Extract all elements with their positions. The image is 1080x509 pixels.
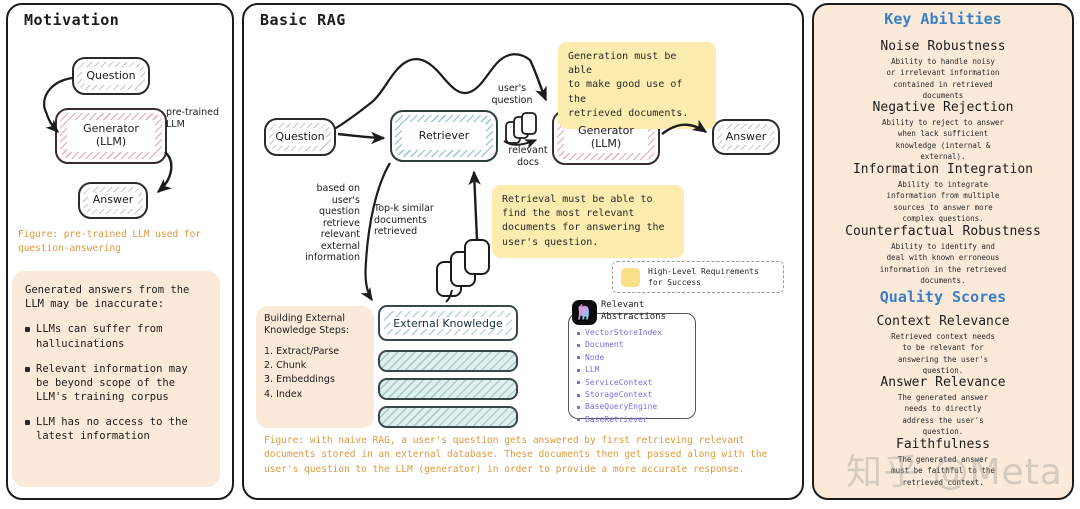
abstraction-item: VectorStoreIndex	[577, 327, 689, 339]
abstraction-item: BaseQueryEngine	[577, 401, 689, 413]
motivation-answer-label: Answer	[92, 193, 134, 207]
abstraction-label: StorageContext	[585, 389, 653, 399]
abstraction-item: ServiceContext	[577, 377, 689, 389]
abstraction-label: ServiceContext	[585, 377, 653, 387]
rag-answer-label: Answer	[725, 129, 767, 143]
ability-desc-counterfactual-robustness: Ability to identify and deal with known …	[879, 242, 1007, 285]
score-title-faithfulness: Faithfulness	[896, 437, 990, 452]
steps-heading: Building External Knowledge Steps:	[264, 313, 350, 336]
motivation-insight-card: Generated answers from the LLM may be in…	[12, 271, 220, 487]
abstraction-label: BaseQueryEngine	[585, 402, 658, 412]
ability-desc-negative-rejection: Ability to reject to answer when lack su…	[882, 118, 1004, 161]
rag-generator-label: Generator (LLM)	[578, 123, 634, 150]
motivation-bullet: LLMs can suffer from hallucinations	[25, 322, 208, 350]
abstraction-label: LLM	[585, 365, 600, 375]
ability-title-information-integration: Information Integration	[852, 162, 1033, 177]
motivation-bullet-text: LLMs can suffer from hallucinations	[36, 323, 163, 350]
step-item: 2. Chunk	[264, 360, 307, 371]
ability-desc-information-integration: Ability to integrate information from mu…	[886, 180, 1000, 223]
relevant-abstractions-label: Relevant Abstractions	[601, 300, 667, 322]
abstraction-label: Node	[585, 352, 605, 362]
rag-relevant-docs-annotation: relevant docs	[508, 145, 548, 168]
abstraction-bullet-icon	[577, 381, 580, 385]
abstraction-item: Document	[577, 339, 689, 351]
motivation-card-lead: Generated answers from the LLM may be in…	[25, 284, 190, 311]
motivation-generator-label: Generator (LLM)	[83, 122, 139, 148]
score-title-context-relevance: Context Relevance	[876, 314, 1010, 329]
motivation-answer-node: Answer	[78, 182, 148, 219]
rag-legend: High-Level Requirements for Success	[612, 261, 784, 293]
rag-topk-annotation: Top-k similar documents retrieved	[374, 203, 434, 238]
external-knowledge-chunk-row	[378, 350, 518, 372]
relevant-abstractions-box: VectorStoreIndex Document Node LLM Servi…	[568, 313, 696, 424]
key-abilities-heading: Key Abilities	[884, 10, 1002, 28]
rag-sticky-generation: Generation must be able to make good use…	[558, 42, 716, 129]
abstraction-item: LLM	[577, 364, 689, 376]
motivation-question-label: Question	[86, 68, 136, 82]
external-knowledge-label: External Knowledge	[393, 316, 503, 330]
abstraction-item: Node	[577, 352, 689, 364]
abstraction-bullet-icon	[577, 331, 580, 335]
motivation-bullet-text: LLM has no access to the latest informat…	[36, 416, 188, 443]
rag-users-question-annotation: user's question	[491, 83, 533, 106]
ability-title-counterfactual-robustness: Counterfactual Robustness	[845, 224, 1041, 239]
abstraction-bullet-icon	[577, 393, 580, 397]
motivation-question-node: Question	[72, 57, 150, 95]
legend-color-swatch	[621, 267, 640, 287]
abstraction-bullet-icon	[577, 368, 580, 372]
score-desc-context-relevance: Retrieved context needs to be relevant f…	[891, 332, 995, 375]
motivation-bullet: Relevant information may be beyond scope…	[25, 362, 208, 405]
motivation-pretrained-annotation: pre-trained LLM	[166, 107, 219, 130]
abstraction-bullet-icon	[577, 344, 580, 348]
score-desc-faithfulness: The generated answer must be faithful to…	[891, 455, 995, 487]
abstraction-item: StorageContext	[577, 389, 689, 401]
motivation-bullet-text: Relevant information may be beyond scope…	[36, 362, 188, 404]
bullet-dot-icon	[25, 327, 30, 333]
ability-title-noise-robustness: Noise Robustness	[880, 39, 1006, 54]
quality-scores-heading: Quality Scores	[879, 288, 1007, 306]
score-title-answer-relevance: Answer Relevance	[880, 375, 1006, 390]
motivation-figure-caption: Figure: pre-trained LLM used for questio…	[18, 229, 202, 255]
rag-figure-caption: Figure: with naive RAG, a user's questio…	[264, 435, 768, 475]
motivation-panel-title: Motivation	[24, 11, 120, 29]
abstraction-item: BaseRetriever	[577, 414, 689, 426]
external-knowledge-chunk-row	[378, 378, 518, 400]
rag-answer-node: Answer	[712, 119, 780, 155]
rag-based-on-annotation: based on user's question retrieve releva…	[305, 183, 360, 264]
step-item: 3. Embeddings	[264, 374, 335, 386]
abstraction-bullet-icon	[577, 356, 580, 360]
abstraction-bullet-icon	[577, 406, 580, 410]
basic-rag-panel-title: Basic RAG	[260, 11, 346, 29]
step-item: 1. Extract/Parse	[264, 345, 340, 357]
rag-question-node: Question	[264, 118, 336, 156]
screenshot-root: Motivation Question Generator (LLM) Answ…	[0, 0, 1080, 509]
rag-question-label: Question	[275, 129, 325, 143]
motivation-generator-node: Generator (LLM)	[55, 108, 167, 164]
ability-desc-noise-robustness: Ability to handle noisy or irrelevant in…	[886, 57, 1000, 100]
llama-icon	[572, 300, 597, 325]
abstraction-bullet-icon	[577, 418, 580, 422]
external-knowledge-chunk-row	[378, 406, 518, 428]
legend-text: High-Level Requirements for Success	[648, 266, 759, 287]
motivation-bullet: LLM has no access to the latest informat…	[25, 415, 208, 443]
building-external-knowledge-card: Building External Knowledge Steps: 1. Ex…	[256, 306, 374, 428]
external-knowledge-node: External Knowledge	[378, 305, 518, 341]
bullet-dot-icon	[25, 420, 30, 426]
ability-title-negative-rejection: Negative Rejection	[872, 100, 1014, 115]
abstraction-label: BaseRetriever	[585, 414, 648, 424]
rag-retriever-node: Retriever	[390, 110, 498, 162]
rag-sticky-retrieval: Retrieval must be able to find the most …	[492, 185, 684, 258]
rag-retriever-label: Retriever	[418, 128, 470, 142]
abstraction-label: VectorStoreIndex	[585, 328, 663, 337]
score-desc-answer-relevance: The generated answer needs to directly a…	[897, 393, 989, 436]
step-item: 4. Index	[264, 388, 303, 400]
bullet-dot-icon	[25, 366, 30, 372]
abstraction-label: Document	[585, 340, 624, 350]
